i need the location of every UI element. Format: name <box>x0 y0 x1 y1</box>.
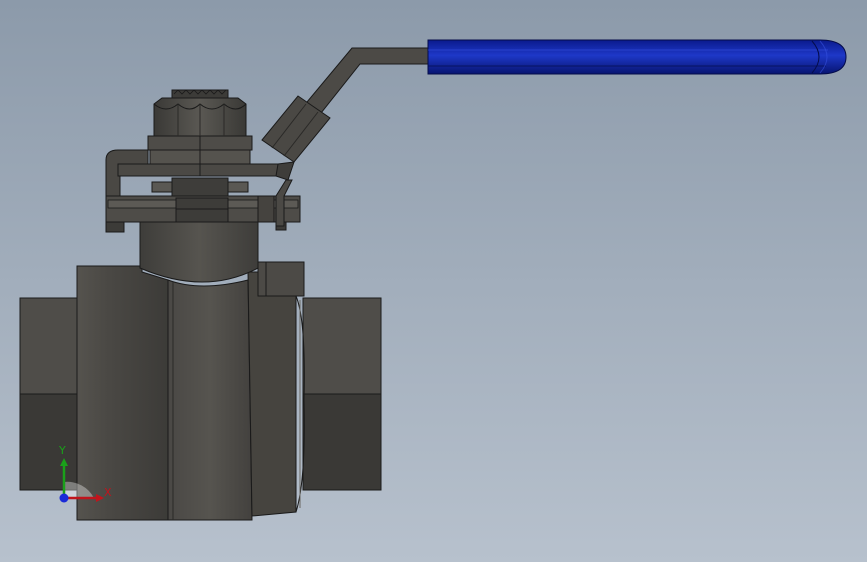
y-axis-label: Y <box>58 444 66 457</box>
hex-nut <box>153 89 247 137</box>
valve-neck <box>139 221 259 283</box>
graphics-viewport[interactable]: X Y <box>0 0 867 562</box>
ball-valve-model[interactable] <box>0 0 867 562</box>
stem-gland <box>117 135 285 197</box>
axis-triad: X Y <box>58 444 112 503</box>
right-end-connector <box>302 297 382 491</box>
x-axis-label: X <box>104 486 112 499</box>
handle-grip[interactable] <box>427 39 847 75</box>
triad-arc <box>64 481 94 498</box>
z-axis-dot <box>59 493 69 503</box>
y-axis-head <box>60 458 68 466</box>
x-axis-head <box>96 494 104 502</box>
